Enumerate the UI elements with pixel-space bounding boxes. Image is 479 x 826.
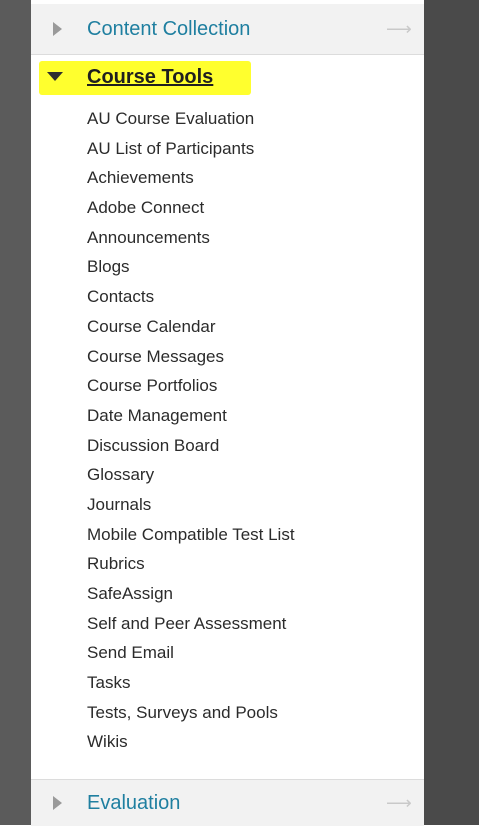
tool-item[interactable]: Contacts	[87, 282, 295, 312]
section-label[interactable]: Course Tools	[87, 66, 213, 89]
tool-item[interactable]: Course Calendar	[87, 312, 295, 342]
section-course-tools[interactable]: Course Tools	[31, 58, 424, 102]
arrow-right-icon[interactable]: ⟶	[386, 793, 412, 814]
tool-item[interactable]: AU Course Evaluation	[87, 104, 295, 134]
tool-item[interactable]: Self and Peer Assessment	[87, 609, 295, 639]
section-evaluation[interactable]: Evaluation ⟶	[31, 779, 424, 826]
left-rail	[0, 0, 31, 825]
tool-item[interactable]: Wikis	[87, 727, 295, 757]
tool-item[interactable]: Course Portfolios	[87, 371, 295, 401]
tool-item[interactable]: Course Messages	[87, 342, 295, 372]
tool-item[interactable]: Adobe Connect	[87, 193, 295, 223]
tool-item[interactable]: Journals	[87, 490, 295, 520]
triangle-right-icon	[53, 22, 62, 36]
tool-item[interactable]: Mobile Compatible Test List	[87, 520, 295, 550]
tool-item[interactable]: Achievements	[87, 163, 295, 193]
tool-item[interactable]: Blogs	[87, 252, 295, 282]
tool-item[interactable]: Announcements	[87, 223, 295, 253]
course-tools-list: AU Course Evaluation AU List of Particip…	[65, 104, 295, 757]
tool-item[interactable]: Tasks	[87, 668, 295, 698]
tool-item[interactable]: Discussion Board	[87, 431, 295, 461]
course-menu-panel: Content Collection ⟶ Course Tools AU Cou…	[31, 0, 424, 826]
tool-item-rubrics[interactable]: Rubrics	[65, 543, 295, 581]
section-label[interactable]: Content Collection	[87, 18, 250, 41]
tool-item[interactable]: Date Management	[87, 401, 295, 431]
right-rail	[424, 0, 479, 825]
tool-item[interactable]: Tests, Surveys and Pools	[87, 698, 295, 728]
triangle-down-icon	[47, 72, 63, 81]
tool-item[interactable]: Glossary	[87, 460, 295, 490]
section-content-collection[interactable]: Content Collection ⟶	[31, 4, 424, 55]
triangle-right-icon	[53, 796, 62, 810]
tool-item[interactable]: Send Email	[87, 638, 295, 668]
section-label[interactable]: Evaluation	[87, 792, 180, 815]
tool-item[interactable]: AU List of Participants	[87, 134, 295, 164]
arrow-right-icon[interactable]: ⟶	[386, 19, 412, 40]
tool-item[interactable]: SafeAssign	[87, 579, 295, 609]
